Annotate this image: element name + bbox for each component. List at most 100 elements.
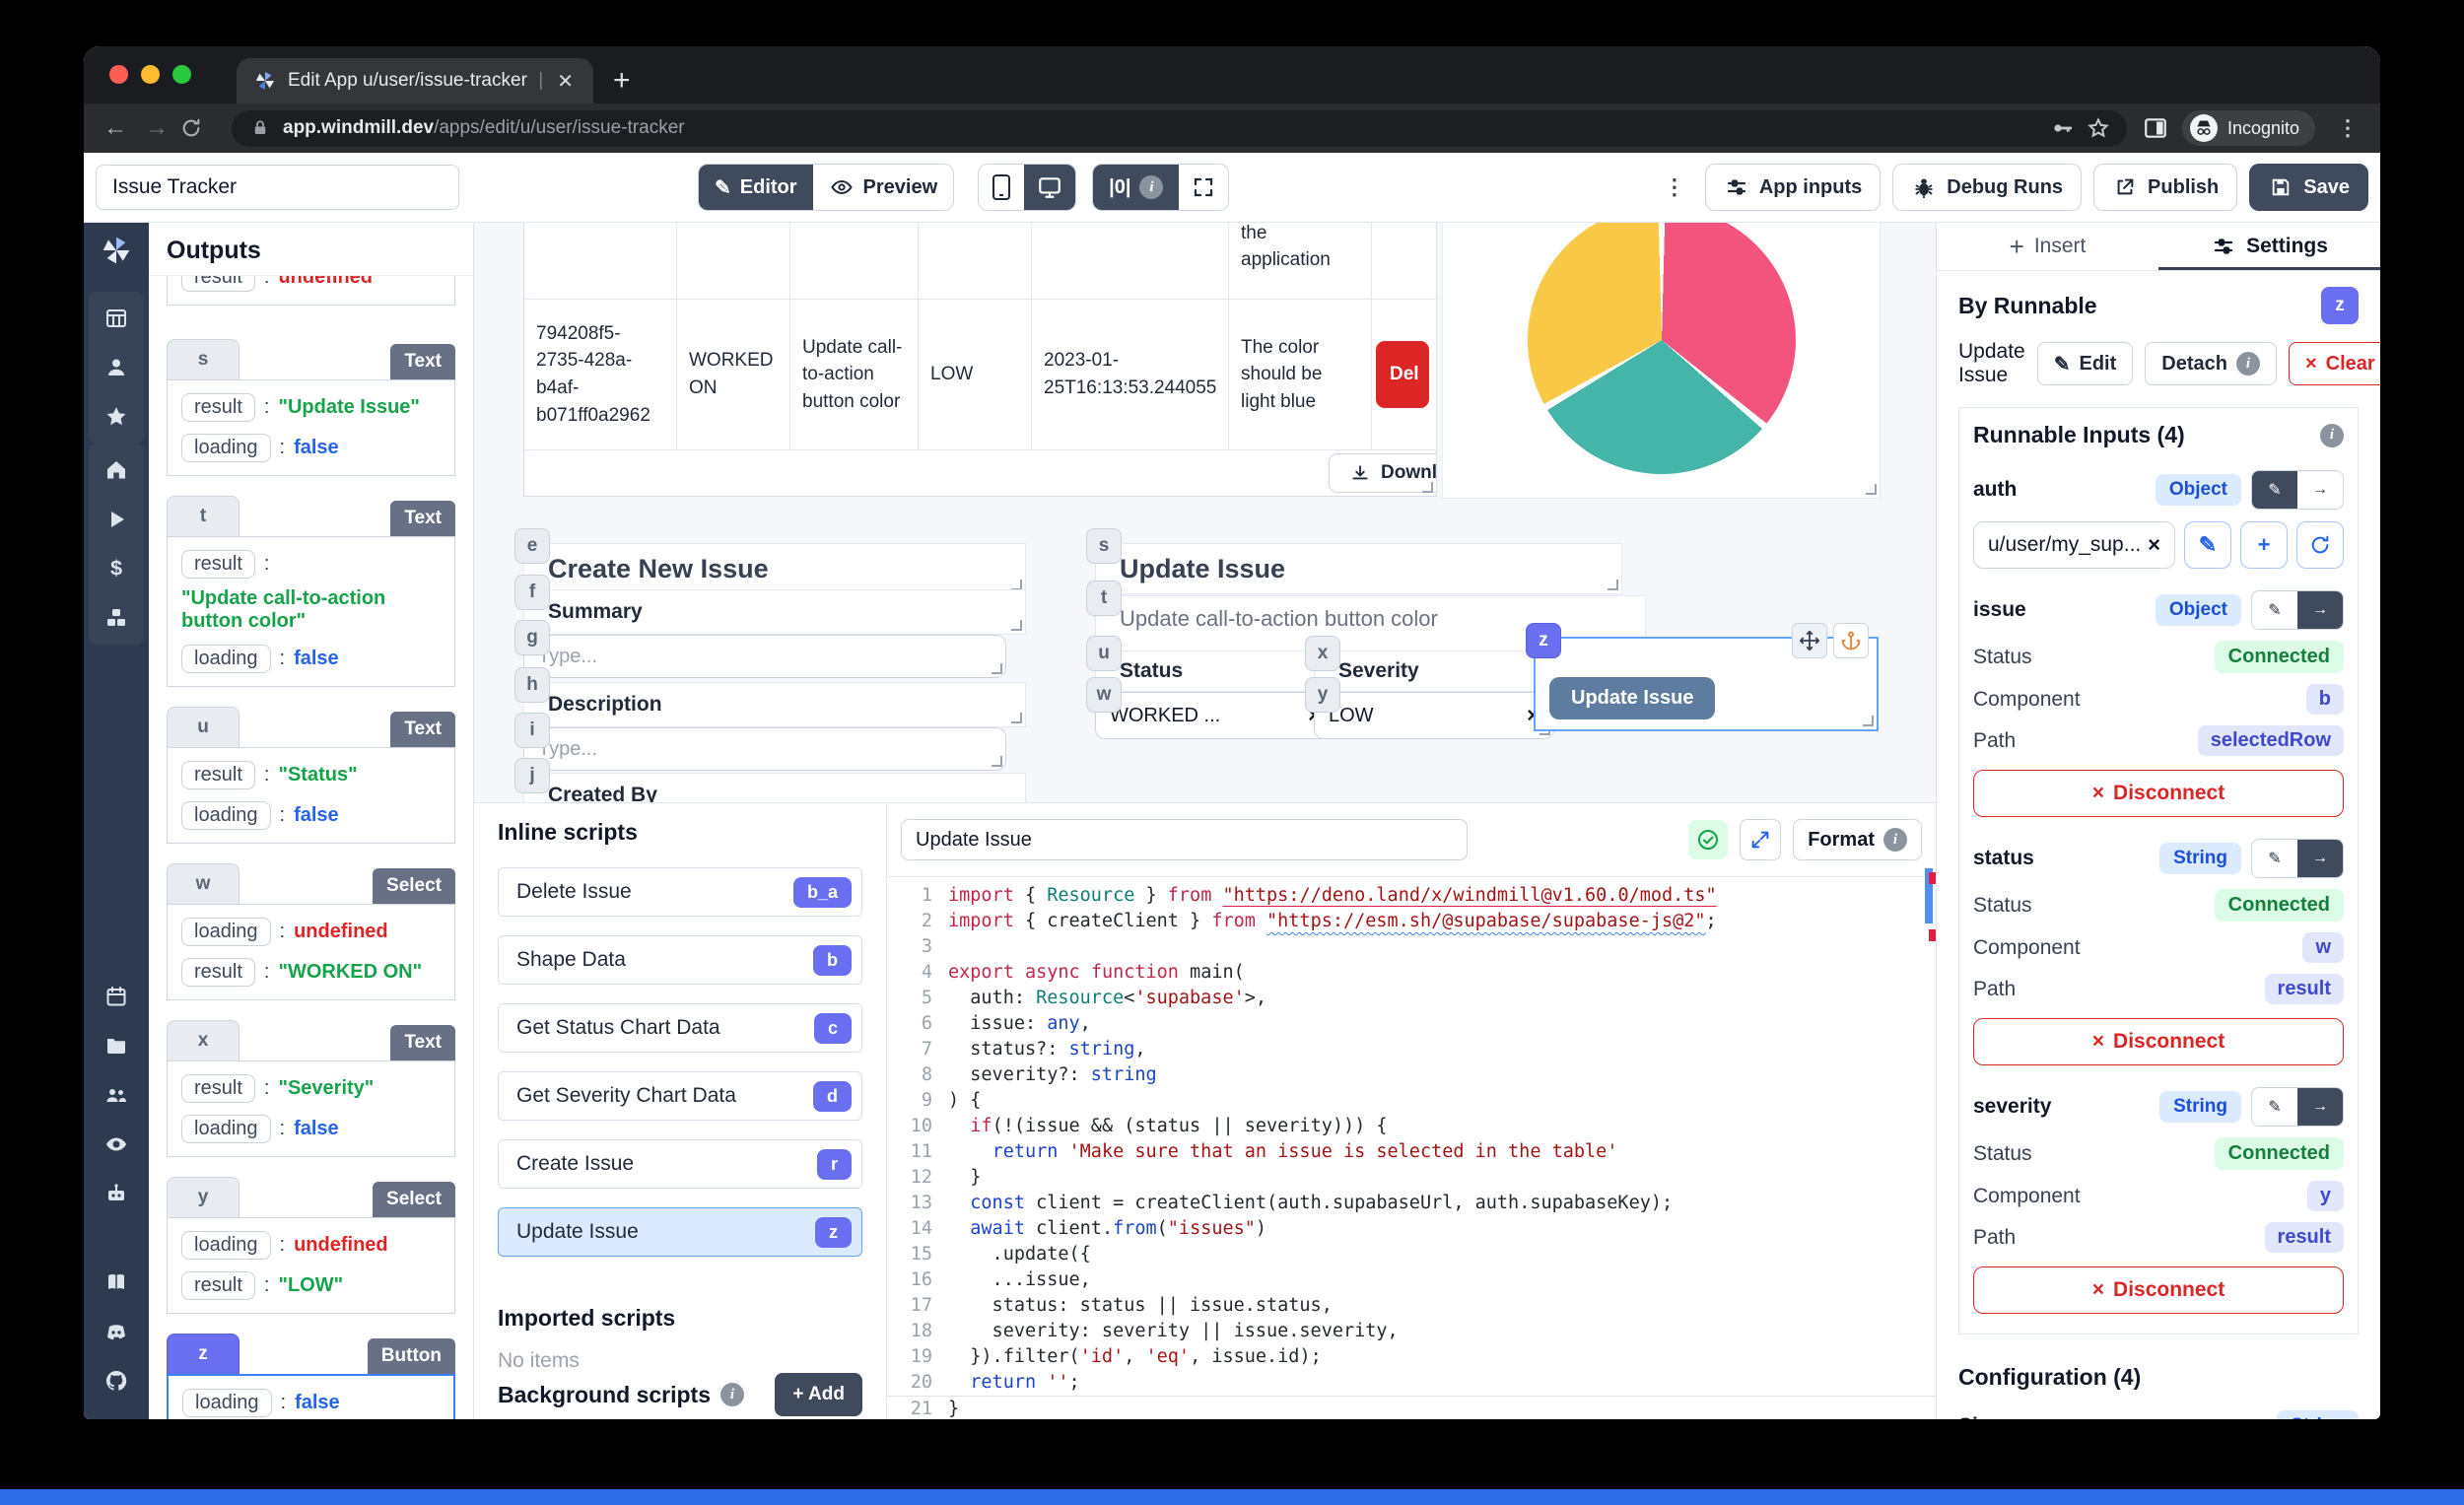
browser-tab[interactable]: Edit App u/user/issue-tracker | ✕ bbox=[237, 58, 593, 103]
create-issue-heading[interactable]: e Create New Issue bbox=[514, 528, 1026, 594]
update-issue-heading[interactable]: s Update Issue bbox=[1086, 528, 1622, 594]
zero-padding-button[interactable]: |0| i bbox=[1093, 165, 1180, 210]
script-item-b[interactable]: Shape Data b bbox=[498, 935, 862, 985]
expand-editor-button[interactable] bbox=[1740, 819, 1782, 860]
status-pie-chart[interactable] bbox=[1442, 223, 1881, 499]
close-window-button[interactable] bbox=[109, 65, 128, 84]
code-area[interactable]: 1 import { Resource } from "https://deno.… bbox=[887, 877, 1936, 1419]
table-row[interactable]: 794208f5-2735-428a-b4af-b071ff0a2962 WORK… bbox=[524, 300, 1436, 450]
update-issue-button[interactable]: Update Issue bbox=[1549, 677, 1716, 719]
eye-icon[interactable] bbox=[103, 1131, 129, 1157]
bookmark-star-icon[interactable] bbox=[2086, 115, 2111, 141]
disconnect-button[interactable]: × Disconnect bbox=[1973, 1018, 2344, 1065]
browser-menu-icon[interactable]: ⋮ bbox=[2329, 115, 2366, 141]
code-line[interactable]: 18 severity: severity || issue.severity, bbox=[887, 1319, 1936, 1344]
windmill-logo-icon[interactable] bbox=[100, 235, 133, 266]
play-icon[interactable] bbox=[103, 507, 129, 532]
format-button[interactable]: Format i bbox=[1793, 819, 1922, 860]
code-line[interactable]: 15 .update({ bbox=[887, 1242, 1936, 1267]
output-card-z[interactable]: zButtonloading:falseresult:undefined bbox=[167, 1334, 455, 1419]
zoom-window-button[interactable] bbox=[172, 65, 191, 84]
discord-icon[interactable] bbox=[103, 1319, 129, 1344]
outputs-list[interactable]: result: undefined s Text result: "Update Issu… bbox=[149, 276, 473, 1419]
code-line[interactable]: 2 import { createClient } from "https://e… bbox=[887, 909, 1936, 934]
calendar-icon[interactable] bbox=[103, 984, 129, 1009]
code-line[interactable]: 19 }).filter('id', 'eq', issue.id); bbox=[887, 1344, 1936, 1370]
more-options-icon[interactable]: ⋮ bbox=[1656, 174, 1693, 200]
static-mode-button[interactable]: ✎ bbox=[2252, 840, 2297, 877]
app-grid-icon[interactable] bbox=[103, 306, 129, 331]
connect-mode-button[interactable]: → bbox=[2297, 591, 2343, 629]
publish-button[interactable]: Publish bbox=[2093, 164, 2238, 211]
tab-settings[interactable]: Settings bbox=[2158, 223, 2380, 270]
forward-icon[interactable]: → bbox=[139, 114, 174, 142]
editor-mode-button[interactable]: ✎ Editor bbox=[699, 165, 813, 210]
refresh-resource-button[interactable] bbox=[2296, 521, 2344, 569]
download-button[interactable]: Downl bbox=[1329, 453, 1436, 493]
code-line[interactable]: 14 await client.from("issues") bbox=[887, 1216, 1936, 1242]
severity-select[interactable]: y LOW× bbox=[1305, 677, 1554, 739]
update-issue-button-component[interactable]: z Update Issue bbox=[1526, 623, 1879, 731]
add-background-script-button[interactable]: + Add bbox=[775, 1373, 862, 1416]
anchor-icon[interactable] bbox=[1833, 623, 1869, 658]
output-card-t[interactable]: t Text result: "Update call-to-action butto… bbox=[167, 496, 455, 687]
tab-insert[interactable]: + Insert bbox=[1937, 223, 2158, 270]
side-panel-icon[interactable] bbox=[2143, 115, 2168, 141]
output-card-x[interactable]: x Text result: "Severity" loading: false bbox=[167, 1020, 455, 1157]
collapse-arrow-icon[interactable]: → bbox=[103, 1407, 129, 1419]
code-line[interactable]: 11 return 'Make sure that an issue is se… bbox=[887, 1139, 1936, 1165]
folder-icon[interactable] bbox=[103, 1033, 129, 1059]
output-card-y[interactable]: y Select loading: undefined result: "LOW" bbox=[167, 1177, 455, 1314]
output-card-w[interactable]: w Select loading: undefined result: "WORKED O… bbox=[167, 863, 455, 1000]
dollar-icon[interactable]: $ bbox=[103, 556, 129, 581]
script-item-d[interactable]: Get Severity Chart Data d bbox=[498, 1071, 862, 1121]
description-label[interactable]: h Description bbox=[514, 667, 1026, 727]
code-line[interactable]: 8 severity?: string bbox=[887, 1062, 1936, 1088]
code-line[interactable]: 7 status?: string, bbox=[887, 1037, 1936, 1062]
code-line[interactable]: 9) { bbox=[887, 1088, 1936, 1114]
code-line[interactable]: 16 ...issue, bbox=[887, 1267, 1936, 1293]
code-line[interactable]: 10 if(!(issue && (status || severity))) … bbox=[887, 1114, 1936, 1139]
reload-icon[interactable] bbox=[180, 117, 216, 139]
save-button[interactable]: Save bbox=[2249, 164, 2368, 211]
clear-icon[interactable]: × bbox=[2148, 532, 2160, 558]
table-row[interactable]: 5fd0f7d5c3c2 component searching in the ap… bbox=[524, 223, 1436, 300]
code-line[interactable]: 20 return ''; bbox=[887, 1370, 1936, 1396]
connect-mode-button[interactable]: → bbox=[2297, 1088, 2343, 1126]
star-icon[interactable] bbox=[103, 404, 129, 430]
static-mode-button[interactable]: ✎ bbox=[2252, 471, 2297, 509]
issues-table[interactable]: 5fd0f7d5c3c2 component searching in the ap… bbox=[523, 223, 1437, 497]
summary-input[interactable]: g Type... bbox=[514, 620, 1006, 678]
minimize-window-button[interactable] bbox=[141, 65, 160, 84]
script-item-c[interactable]: Get Status Chart Data c bbox=[498, 1003, 862, 1053]
code-line[interactable]: 3 bbox=[887, 934, 1936, 960]
book-icon[interactable] bbox=[103, 1269, 129, 1295]
debug-runs-button[interactable]: Debug Runs bbox=[1892, 164, 2083, 211]
back-icon[interactable]: ← bbox=[98, 114, 133, 142]
editor-overview-ruler[interactable] bbox=[1922, 860, 1936, 1419]
code-line[interactable]: 1 import { Resource } from "https://deno.… bbox=[887, 883, 1936, 909]
auth-resource-input[interactable]: u/user/my_sup... × bbox=[1973, 521, 2175, 569]
code-line[interactable]: 21} bbox=[887, 1396, 1936, 1419]
disconnect-button[interactable]: × Disconnect bbox=[1973, 770, 2344, 817]
user-icon[interactable] bbox=[103, 355, 129, 380]
status-select[interactable]: w WORKED ...× bbox=[1086, 677, 1335, 739]
script-name-input[interactable]: Update Issue bbox=[901, 819, 1468, 860]
connect-mode-button[interactable]: → bbox=[2297, 471, 2343, 509]
created-by-label[interactable]: j Created By bbox=[514, 758, 1026, 802]
script-item-z[interactable]: Update Issue z bbox=[498, 1207, 862, 1257]
mobile-view-button[interactable] bbox=[979, 165, 1025, 210]
script-item-r[interactable]: Create Issue r bbox=[498, 1139, 862, 1189]
app-inputs-button[interactable]: App inputs bbox=[1704, 164, 1882, 211]
desktop-view-button[interactable] bbox=[1024, 165, 1076, 210]
delete-row-button[interactable]: Del bbox=[1376, 341, 1429, 408]
resources-icon[interactable] bbox=[103, 605, 129, 631]
output-card-clipped[interactable]: result: undefined bbox=[167, 276, 455, 319]
script-item-b_a[interactable]: Delete Issue b_a bbox=[498, 867, 862, 917]
static-mode-button[interactable]: ✎ bbox=[2252, 591, 2297, 629]
code-line[interactable]: 17 status: status || issue.status, bbox=[887, 1293, 1936, 1319]
edit-resource-button[interactable]: ✎ bbox=[2184, 521, 2231, 569]
address-bar[interactable]: app.windmill.dev/apps/edit/u/user/issue-… bbox=[232, 109, 2127, 147]
detach-button[interactable]: Detach i bbox=[2145, 342, 2277, 385]
code-line[interactable]: 4 export async function main( bbox=[887, 960, 1936, 986]
